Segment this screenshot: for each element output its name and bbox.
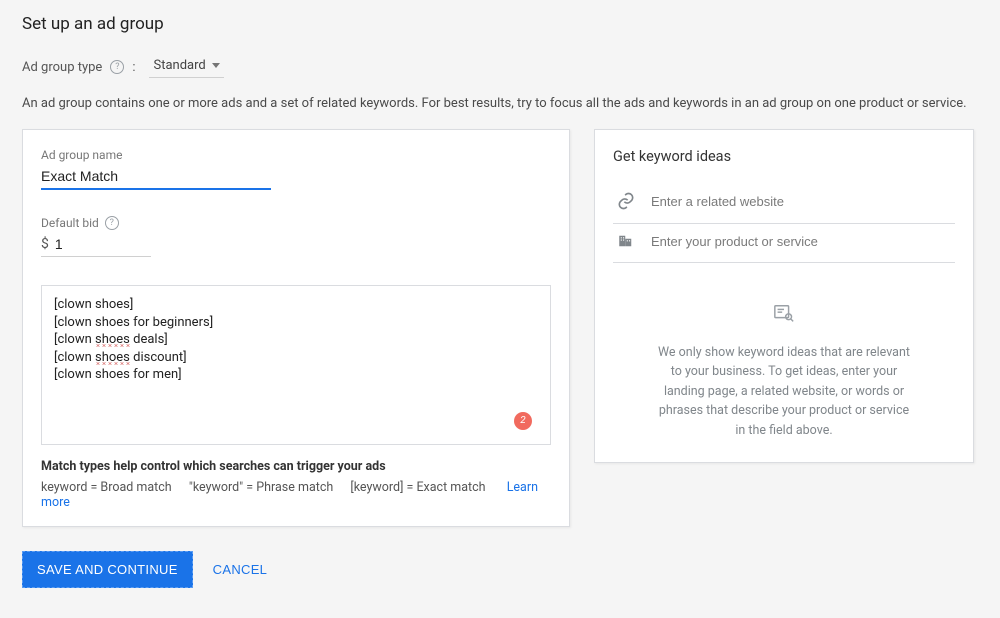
related-website-input[interactable] [651, 194, 953, 209]
cancel-button[interactable]: CANCEL [213, 562, 268, 577]
link-icon [615, 191, 637, 211]
footer-actions: SAVE AND CONTINUE CANCEL [22, 551, 978, 588]
match-types-line: keyword = Broad match "keyword" = Phrase… [41, 480, 551, 510]
ad-group-type-select[interactable]: Standard [149, 56, 223, 78]
ideas-empty-text: We only show keyword ideas that are rele… [654, 343, 914, 440]
keyword-line: [clown shoes] [54, 296, 538, 314]
product-service-input[interactable] [651, 234, 953, 249]
keyword-line: [clown shoes discount] [54, 349, 538, 367]
match-types-heading: Match types help control which searches … [41, 459, 551, 474]
product-service-row [613, 224, 955, 263]
default-bid-label: Default bid [41, 216, 99, 230]
save-continue-button[interactable]: SAVE AND CONTINUE [22, 551, 193, 588]
keyword-line: [clown shoes deals] [54, 331, 538, 349]
keyword-ideas-card: Get keyword ideas [594, 129, 974, 463]
currency-symbol: $ [41, 236, 49, 252]
help-icon[interactable]: ? [105, 216, 119, 230]
ad-group-type-label: Ad group type [22, 60, 102, 75]
page-title: Set up an ad group [22, 14, 978, 34]
ad-group-name-label: Ad group name [41, 148, 551, 162]
colon: : [132, 60, 135, 75]
ad-group-type-value: Standard [153, 58, 205, 73]
description-text: An ad group contains one or more ads and… [22, 96, 978, 111]
chevron-down-icon [212, 63, 220, 68]
ad-group-card: Ad group name Default bid ? $ [clown sho… [22, 129, 570, 527]
keyword-line: [clown shoes for beginners] [54, 314, 538, 332]
keywords-textarea[interactable]: [clown shoes] [clown shoes for beginners… [41, 285, 551, 445]
related-website-row [613, 183, 955, 224]
error-badge[interactable]: 2 [514, 412, 532, 430]
ad-group-name-input[interactable] [41, 166, 271, 190]
help-icon[interactable]: ? [110, 60, 124, 74]
default-bid-input[interactable] [55, 236, 125, 252]
keyword-line: [clown shoes for men] [54, 366, 538, 384]
search-page-icon [772, 303, 796, 325]
keyword-ideas-title: Get keyword ideas [613, 148, 955, 165]
ideas-empty-state: We only show keyword ideas that are rele… [613, 303, 955, 440]
building-icon [615, 232, 637, 250]
ad-group-type-row: Ad group type ? : Standard [22, 56, 978, 78]
